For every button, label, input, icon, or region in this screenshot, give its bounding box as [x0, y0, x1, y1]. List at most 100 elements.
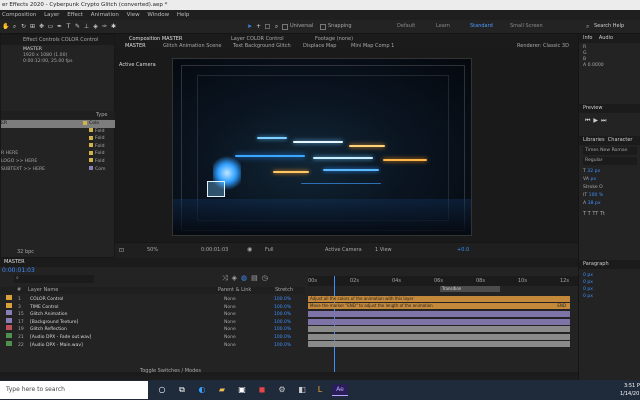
- menu-window[interactable]: Window: [147, 12, 169, 18]
- square-tool-icon[interactable]: □: [264, 23, 271, 30]
- media-icon[interactable]: ◧: [296, 384, 308, 396]
- layer-bar[interactable]: [308, 333, 570, 340]
- eraser-tool-icon[interactable]: ◈: [92, 23, 99, 30]
- comp-flowchart-icon[interactable]: ⤨: [222, 274, 232, 282]
- menu-composition[interactable]: Composition: [0, 12, 36, 18]
- project-item[interactable]: LOGO >> HERE Fold: [1, 158, 116, 166]
- app-icon[interactable]: ◼: [256, 384, 268, 396]
- taskbar-date[interactable]: 1/14/20: [620, 391, 639, 397]
- project-item[interactable]: ER Colo: [1, 120, 116, 128]
- transition-marker[interactable]: Transition: [440, 286, 500, 292]
- layer-bar[interactable]: [308, 311, 570, 317]
- layer-row[interactable]: 19 Glitch Reflection None 100.0%: [0, 325, 305, 333]
- baseline-value[interactable]: 38 px: [588, 201, 601, 206]
- pan-behind-tool-icon[interactable]: ✥: [38, 23, 45, 30]
- taskbar-search-input[interactable]: Type here to search: [0, 381, 148, 399]
- play-icon[interactable]: ▶: [593, 117, 601, 124]
- after-effects-taskbar-icon[interactable]: Ae: [332, 384, 348, 396]
- universal-radio-icon[interactable]: [282, 24, 288, 30]
- timeline-tab-master[interactable]: MASTER: [4, 259, 25, 265]
- layer-row[interactable]: 1 COLOR Control None 100.0%: [0, 295, 305, 303]
- current-timecode[interactable]: 0:00:01:03: [201, 247, 228, 253]
- faux-bold-button[interactable]: T: [583, 211, 586, 217]
- type-column-header[interactable]: Type: [96, 112, 107, 118]
- timeline-timecode[interactable]: 0:00:01:03: [2, 267, 35, 274]
- camera-tool-icon[interactable]: ⊞: [29, 23, 36, 30]
- motion-blur-icon[interactable]: ◍: [241, 274, 251, 282]
- parent-column-header[interactable]: Parent & Link: [218, 287, 251, 293]
- font-style-select[interactable]: Regular: [583, 157, 637, 165]
- small-caps-button[interactable]: Tt: [600, 211, 605, 217]
- plus-tool-icon[interactable]: +: [255, 23, 262, 30]
- toggle-switches-modes[interactable]: Toggle Switches / Modes: [140, 368, 201, 374]
- project-item[interactable]: Fold: [1, 135, 116, 143]
- faux-italic-button[interactable]: T: [588, 211, 591, 217]
- menu-animation[interactable]: Animation: [91, 12, 119, 18]
- pen-tool-icon[interactable]: ✒: [56, 23, 63, 30]
- effect-controls-tab[interactable]: Effect Controls COLOR Control: [1, 37, 98, 43]
- tab-audio[interactable]: Audio: [599, 35, 613, 41]
- snapshot-icon[interactable]: ◉: [247, 246, 252, 253]
- vertical-scale-value[interactable]: 100 %: [589, 193, 604, 198]
- composition-canvas[interactable]: [172, 58, 472, 236]
- tab-libraries[interactable]: Libraries: [583, 137, 605, 143]
- tab-composition-master[interactable]: Composition MASTER: [129, 36, 182, 42]
- timeline-search-input[interactable]: ⌕: [14, 275, 94, 283]
- space-after[interactable]: 0 px: [583, 293, 637, 300]
- frame-blending-icon[interactable]: ▤: [251, 274, 262, 282]
- tracking-value[interactable]: px: [590, 177, 596, 182]
- always-preview-icon[interactable]: ⊡: [119, 247, 124, 254]
- project-item[interactable]: R HERE Fold: [1, 150, 116, 158]
- file-explorer-icon[interactable]: ▰: [216, 384, 228, 396]
- rotate-tool-icon[interactable]: ↻: [20, 23, 27, 30]
- tab-character[interactable]: Character: [608, 137, 633, 143]
- time-ruler[interactable]: 00s 02s 04s 06s 08s 10s 12s: [308, 276, 578, 286]
- space-before[interactable]: 0 px: [583, 286, 637, 293]
- layer-bar[interactable]: Adjust all the colors of the animation w…: [308, 295, 570, 302]
- layer-row[interactable]: 22 [Audio DPX - Main.wav] None 100.0%: [0, 340, 305, 349]
- layer-row[interactable]: 21 [Audio DPX - Fade out.wav] None 100.0%: [0, 333, 305, 341]
- clone-stamp-tool-icon[interactable]: ⊥: [83, 23, 90, 30]
- graph-editor-icon[interactable]: ◷: [262, 274, 272, 282]
- layer-row[interactable]: 3 TIME Control None 100.0%: [0, 302, 305, 311]
- layer-bar[interactable]: Move the marker "END" to adjust the leng…: [308, 303, 570, 310]
- stretch-column-header[interactable]: Stretch: [275, 287, 293, 293]
- last-frame-icon[interactable]: ⏭: [601, 117, 609, 124]
- bit-depth-label[interactable]: 32 bpc: [17, 249, 34, 255]
- resolution-select[interactable]: Full: [265, 247, 274, 253]
- zoom-tool-2-icon[interactable]: ⌕: [273, 23, 280, 30]
- menu-help[interactable]: Help: [177, 12, 190, 18]
- search-help-label[interactable]: Search Help: [594, 23, 624, 29]
- edge-icon[interactable]: ◐: [196, 384, 208, 396]
- workspace-learn[interactable]: Learn: [436, 23, 450, 29]
- layer-name-column-header[interactable]: Layer Name: [28, 287, 58, 293]
- rectangle-tool-icon[interactable]: ▭: [47, 23, 54, 30]
- layer-row[interactable]: 17 [Background Texture] None 100.0%: [0, 317, 305, 326]
- taskbar-clock[interactable]: 3:51 P: [624, 383, 640, 389]
- task-view-icon[interactable]: ⧉: [176, 384, 188, 396]
- indent-first[interactable]: 0 px: [583, 279, 637, 286]
- cortana-icon[interactable]: ○: [156, 384, 168, 396]
- roto-brush-tool-icon[interactable]: ✑: [101, 23, 108, 30]
- menu-effect[interactable]: Effect: [67, 12, 83, 18]
- project-item[interactable]: SUBTEXT >> HERE Com: [1, 166, 116, 174]
- exposure-value[interactable]: +0.0: [457, 247, 469, 253]
- selection-tool-icon[interactable]: ➤: [246, 23, 253, 30]
- steam-icon[interactable]: ⚙: [276, 384, 288, 396]
- font-family-select[interactable]: Times New Roman: [583, 147, 637, 155]
- project-item[interactable]: Fold: [1, 128, 116, 136]
- preview-title[interactable]: Preview: [579, 104, 640, 113]
- indent-left[interactable]: 0 px: [583, 272, 637, 279]
- menu-view[interactable]: View: [127, 12, 140, 18]
- all-caps-button[interactable]: TT: [592, 211, 598, 217]
- layer-bar[interactable]: [308, 326, 570, 333]
- workspace-small-screen[interactable]: Small Screen: [510, 23, 543, 29]
- stroke-label[interactable]: Stroke O: [583, 185, 603, 190]
- brush-tool-icon[interactable]: ✎: [74, 23, 81, 30]
- snapping-checkbox[interactable]: [320, 24, 326, 30]
- menu-layer[interactable]: Layer: [44, 12, 59, 18]
- lightroom-icon[interactable]: L: [314, 384, 326, 396]
- tab-info[interactable]: Info: [583, 35, 592, 41]
- search-icon[interactable]: ⌕: [586, 23, 589, 31]
- workspace-standard[interactable]: Standard: [470, 23, 493, 29]
